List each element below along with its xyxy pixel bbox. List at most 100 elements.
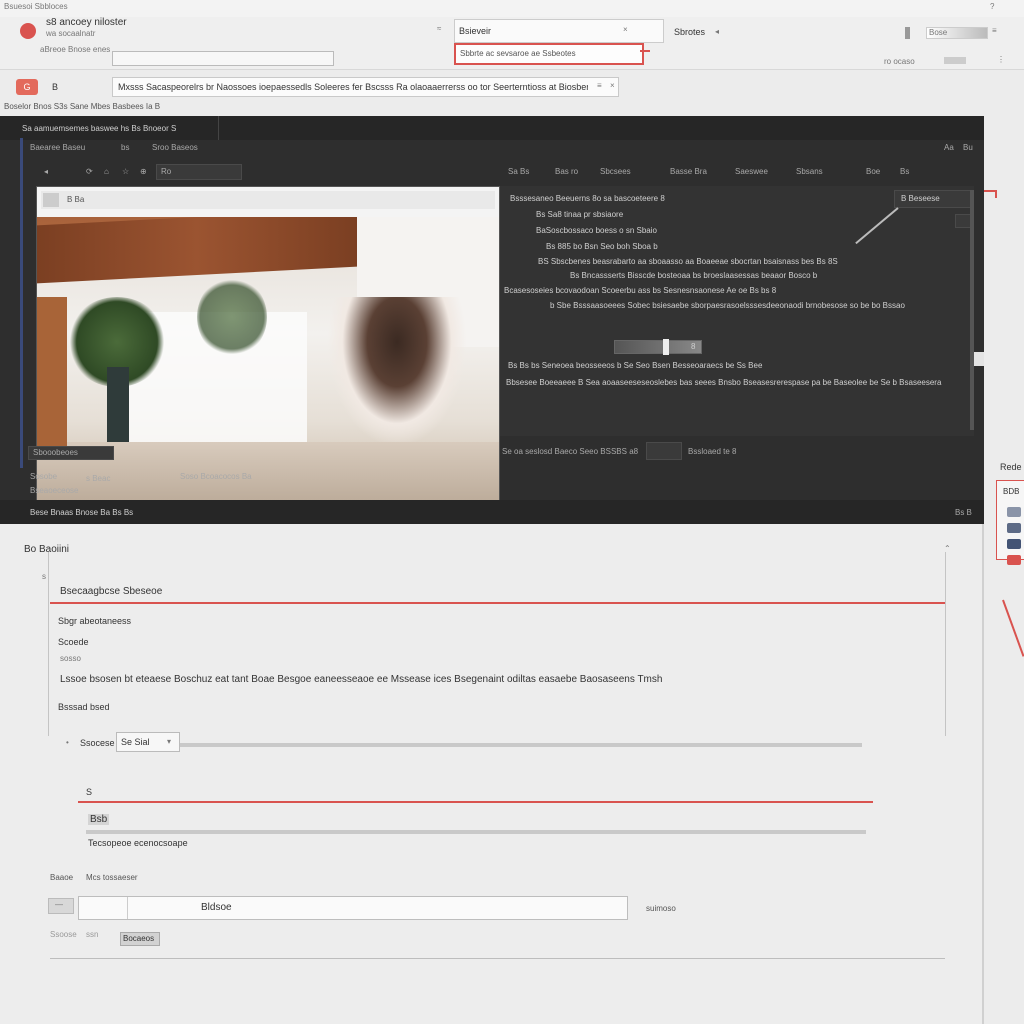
subtab-3[interactable]: Sroo Baseos [152, 143, 198, 152]
bottom-bar-right[interactable]: Bs B [955, 508, 972, 517]
panel-tab-8[interactable]: Bs [900, 167, 909, 176]
bottom-bar-text[interactable]: Bese Bnaas Bnose Ba Bs Bs [30, 508, 133, 517]
notice-bar[interactable]: Mxsss Sacaspeorelrs br Naossoes ioepaess… [112, 77, 619, 97]
panel-scrollbar[interactable] [970, 190, 974, 430]
panel-tab-2[interactable]: Bas ro [555, 167, 578, 176]
right-panel-badge[interactable]: B Beseese [894, 190, 974, 208]
url-field[interactable] [112, 51, 334, 66]
settings-label: Bsssad bsed [58, 702, 110, 712]
browser-tab-strip: Bsuesoi Sbbloces ? [0, 0, 1024, 17]
search-dropdown[interactable]: Sbbrte ac sevsaroe ae Ssbeotes [454, 43, 644, 65]
help-icon[interactable]: ? [990, 2, 994, 11]
rail-alert-icon[interactable] [1007, 555, 1021, 565]
left-status-1: Sbooobeoes [33, 448, 78, 457]
rail-view-icon[interactable] [1007, 539, 1021, 549]
panel-tab-3[interactable]: Sbcsees [600, 167, 631, 176]
title-divider [218, 116, 219, 140]
slider-thumb[interactable] [663, 339, 669, 355]
form-subheading: Sbgr abeotaneess [58, 616, 132, 626]
home-icon[interactable]: ⌂ [104, 167, 109, 176]
star-icon[interactable]: ☆ [122, 167, 129, 176]
input-prefix-button[interactable]: — [48, 898, 74, 914]
field-hint: sosso [60, 654, 81, 663]
video-slider[interactable]: 8 [614, 339, 702, 355]
bookmark-icon[interactable] [905, 27, 910, 39]
panel-tab-4[interactable]: Basse Bra [670, 167, 707, 176]
info-line-1: Bsssesaneo Beeuerns 8o sa bascoeteere 8 [510, 194, 665, 203]
address-text: Bsieveir [459, 26, 492, 36]
video-frame[interactable]: B Ba [36, 186, 500, 510]
slider-dropdown-icon[interactable]: ▾ [167, 737, 171, 746]
video-thumbnail[interactable] [37, 217, 499, 509]
slider-value-box[interactable]: Se Sial ▾ [116, 732, 180, 752]
input-suffix: suimoso [646, 904, 676, 913]
toolbar-right-1[interactable]: Aa [944, 143, 954, 152]
editor-bottom-bar: Bese Bnaas Bnose Ba Bs Bs Bs B [0, 500, 984, 524]
right-rail: Rede BDB [996, 460, 1024, 580]
subtab-1[interactable]: Baearee Baseu [30, 143, 85, 152]
tabs-row[interactable]: Boselor Bnos S3s Sane Mbes Basbees Ia B [4, 102, 160, 111]
chevron-left-icon[interactable]: ◂ [715, 27, 719, 36]
info-line-2: Bs Sa8 tinaa pr sbsiaore [536, 210, 624, 219]
main-input-value: Bldsoe [201, 902, 232, 913]
panel-tab-1[interactable]: Sa Bs [508, 167, 529, 176]
footer-mid: Se oa seslosd Baeco Seeo BSSBS a8 [502, 447, 639, 456]
form-description: Lssoe bsosen bt eteaese Boschuz eat tant… [60, 674, 663, 685]
app-header: s8 ancoey niloster wa socaalnatr aBreoe … [0, 17, 1024, 70]
form-area: Bo Baoiini ⌃ s Bsecaagbcse Sbeseoe Sbgr … [0, 524, 984, 1024]
info-bottom-2: Bbsesee Boeeaeee B Sea aoaaseeseseoslebe… [506, 378, 942, 387]
info-line-7: Bcasesoseies bcovaodoan Scoeerbu ass bs … [504, 286, 777, 295]
main-input-field[interactable]: Bldsoe [78, 896, 628, 920]
rail-grid-icon[interactable] [1007, 523, 1021, 533]
row3-label[interactable]: Bsb [88, 814, 110, 825]
slider-bullet-icon: • [66, 738, 69, 747]
footer-label-2: Mcs tossaeser [86, 873, 138, 882]
breadcrumb[interactable]: aBreoe Bnose enes [40, 45, 110, 54]
panel-tab-5[interactable]: Saeswee [735, 167, 768, 176]
notification-badge[interactable]: G [16, 79, 38, 95]
info-line-6: Bs Bncassserts Bisscde bosteoaa bs broes… [570, 271, 818, 280]
footer-toggle[interactable] [646, 442, 682, 460]
right-field-text: Bose [929, 28, 948, 37]
address-suffix: Sbrotes [674, 27, 706, 37]
video-frame-bar: B Ba [41, 191, 495, 209]
left-accent-bar [20, 138, 23, 468]
form-bottom-divider [50, 958, 945, 959]
row2-label: S [86, 787, 93, 797]
menu-icon[interactable]: ≡ [992, 26, 997, 35]
row3-track[interactable] [86, 830, 866, 834]
back-icon[interactable]: ◂ [44, 167, 48, 176]
panel-tab-6[interactable]: Sbsans [796, 167, 823, 176]
panel-tab-7[interactable]: Boe [866, 167, 880, 176]
cabinet-image [37, 297, 67, 457]
editor-title-bar: Sa aamuemsemes baswee hs Bs Bnoeor S [0, 116, 984, 140]
status-button-text: Bocaeos [123, 934, 155, 943]
video-title-tag: B Ba [67, 195, 85, 204]
editor-title: Sa aamuemsemes baswee hs Bs Bnoeor S [22, 124, 177, 133]
form-slider-track[interactable] [180, 743, 862, 747]
left-status-3: s Beac [86, 474, 111, 483]
toolbar-right-2[interactable]: Bu [963, 143, 973, 152]
status-button[interactable]: Bocaeos [120, 932, 160, 946]
address-bar[interactable]: Bsieveir × [454, 19, 664, 43]
address-close-icon[interactable]: × [623, 25, 628, 34]
refresh-icon[interactable]: ⟳ [86, 167, 93, 176]
more-icon[interactable]: ⋮ [997, 55, 1005, 64]
right-field[interactable]: Bose [926, 27, 988, 39]
notice-close-icon[interactable]: × [610, 81, 615, 90]
page-scrollbar[interactable] [982, 524, 984, 1024]
rail-handle-icon[interactable] [974, 352, 984, 366]
subtab-2[interactable]: bs [121, 143, 129, 152]
video-url-field[interactable]: Ro [156, 164, 242, 180]
notice-menu-icon[interactable]: ≡ [597, 81, 602, 90]
form-card [48, 552, 946, 736]
tab-label[interactable]: Bsuesoi Sbbloces [4, 2, 68, 11]
status-1: Ssoose [50, 930, 77, 939]
left-status-chip[interactable]: Sbooobeoes [28, 446, 114, 460]
slider-value: 8 [691, 342, 696, 351]
footer-right: Bssloaed te 8 [688, 447, 737, 456]
rail-list-icon[interactable] [1007, 507, 1021, 517]
bookmark-video-icon[interactable]: ⊕ [140, 167, 147, 176]
left-status-4: Soso Bcoacocos Ba [180, 472, 252, 481]
filter-label[interactable]: B [52, 82, 58, 92]
